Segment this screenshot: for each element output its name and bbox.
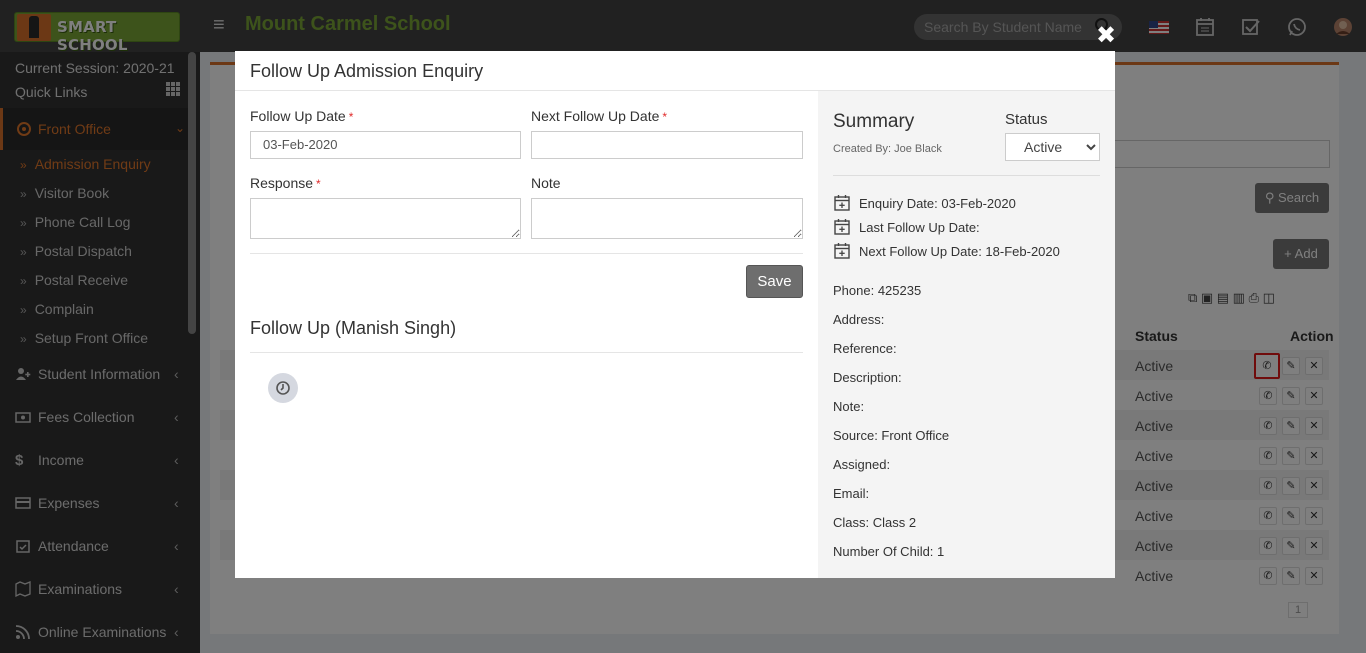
detail-note: Note:: [833, 399, 865, 414]
follow-up-modal: Follow Up Admission Enquiry Follow Up Da…: [235, 51, 1115, 578]
followup-date-label: Follow Up Date *: [250, 108, 354, 124]
form-divider: [250, 253, 803, 254]
modal-title: Follow Up Admission Enquiry: [250, 61, 484, 81]
summary-divider: [833, 175, 1100, 176]
note-textarea[interactable]: [531, 198, 803, 239]
detail-phone: Phone: 425235: [833, 283, 922, 298]
created-by: Created By: Joe Black: [833, 143, 942, 155]
last-followup-date: Last Follow Up Date:: [833, 218, 980, 236]
detail-reference: Reference:: [833, 341, 897, 356]
detail-source: Source: Front Office: [833, 428, 950, 443]
summary-panel: Summary Created By: Joe Black Status Act…: [818, 91, 1115, 578]
response-label: Response *: [250, 175, 321, 191]
detail-assigned: Assigned:: [833, 457, 891, 472]
status-select[interactable]: Active: [1005, 133, 1100, 161]
note-label: Note: [531, 175, 561, 191]
next-followup-date-input[interactable]: [531, 131, 803, 159]
modal-header: Follow Up Admission Enquiry: [235, 51, 1115, 91]
close-icon[interactable]: ✖: [1096, 21, 1118, 49]
timeline-clock: [268, 373, 298, 403]
detail-address: Address:: [833, 312, 885, 327]
clock-icon: [276, 381, 290, 395]
detail-number-of-child: Number Of Child: 1: [833, 544, 945, 559]
followup-date-input[interactable]: 03-Feb-2020: [250, 131, 521, 159]
calendar-plus-icon: [834, 243, 850, 259]
save-button[interactable]: Save: [746, 265, 803, 298]
detail-email: Email:: [833, 486, 870, 501]
followup-divider: [250, 352, 803, 353]
follow-up-form: Follow Up Date * 03-Feb-2020 Next Follow …: [235, 91, 818, 578]
detail-description: Description:: [833, 370, 902, 385]
enquiry-date: Enquiry Date: 03-Feb-2020: [833, 194, 1016, 212]
calendar-plus-icon: [834, 219, 850, 235]
next-followup-date: Next Follow Up Date: 18-Feb-2020: [833, 242, 1060, 260]
calendar-plus-icon: [834, 195, 850, 211]
status-label: Status: [1005, 111, 1048, 128]
response-textarea[interactable]: [250, 198, 521, 239]
followup-heading: Follow Up (Manish Singh): [250, 318, 457, 338]
summary-title: Summary: [833, 111, 915, 132]
detail-class: Class: Class 2: [833, 515, 917, 530]
next-followup-date-label: Next Follow Up Date *: [531, 108, 668, 124]
